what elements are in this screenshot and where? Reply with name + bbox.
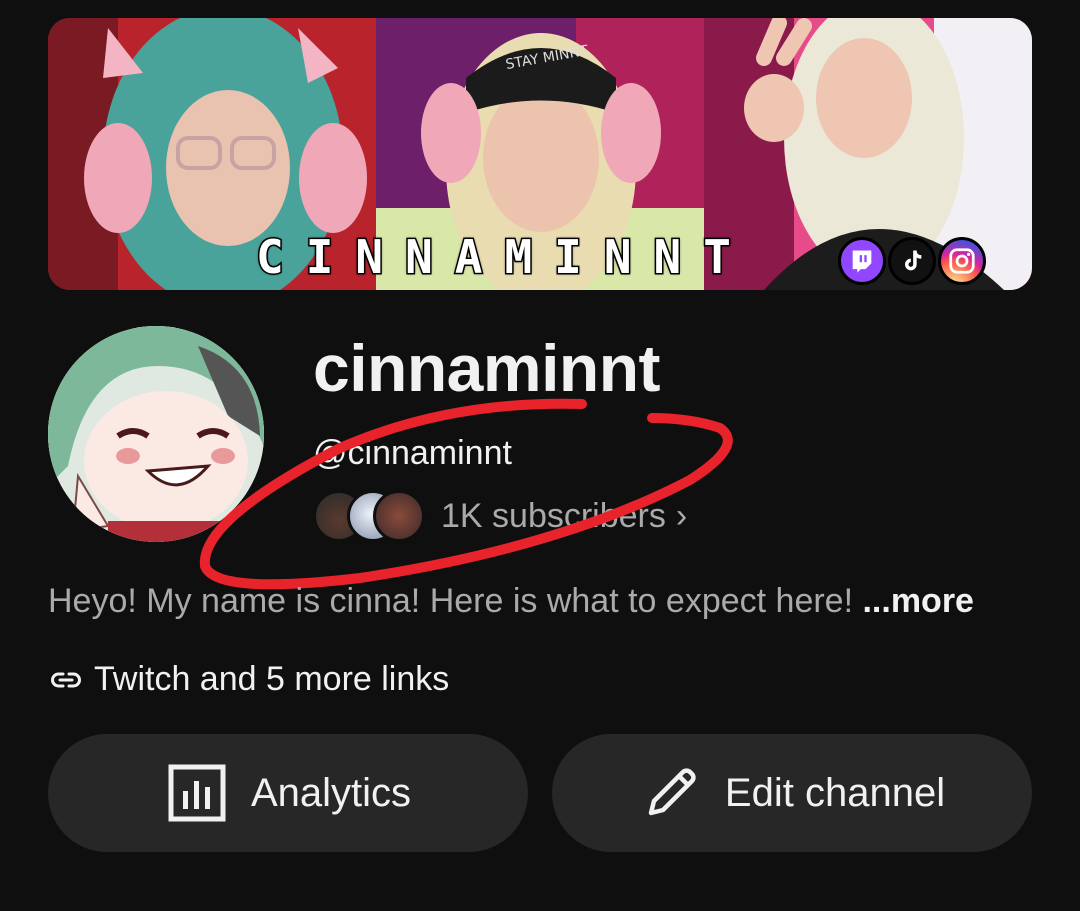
more-link[interactable]: ...more [853, 582, 974, 620]
banner-title: CINNAMINNT [255, 229, 753, 286]
banner-social-icons [838, 237, 986, 285]
subscriber-avatars [313, 490, 425, 542]
channel-description[interactable]: Heyo! My name is cinna! Here is what to … [48, 582, 974, 621]
analytics-icon [168, 764, 226, 822]
analytics-button[interactable]: Analytics [48, 734, 528, 852]
channel-links[interactable]: Twitch and 5 more links [48, 660, 449, 699]
description-text: Heyo! My name is cinna! Here is what to … [48, 582, 854, 620]
channel-handle: @cinnaminnt [313, 434, 512, 472]
chevron-right-icon: › [675, 496, 688, 535]
analytics-label: Analytics [250, 770, 412, 815]
edit-channel-label: Edit channel [724, 770, 946, 815]
subscriber-count: 1K subscribers [441, 496, 666, 535]
channel-page: STAY MINNT CINNAMINNT cinnaminnt @cinnam… [0, 0, 1080, 911]
instagram-icon [938, 237, 986, 285]
pencil-icon [648, 768, 696, 816]
link-icon [51, 672, 81, 687]
subscriber-avatar [373, 490, 425, 542]
channel-name: cinnaminnt [313, 331, 661, 405]
edit-channel-button[interactable]: Edit channel [552, 734, 1032, 852]
twitch-icon [838, 237, 886, 285]
subscribers-row[interactable]: 1K subscribers › [313, 490, 687, 542]
links-text: Twitch and 5 more links [94, 660, 450, 698]
channel-avatar[interactable] [48, 326, 264, 542]
tiktok-icon [888, 237, 936, 285]
channel-banner: STAY MINNT CINNAMINNT [48, 18, 1032, 290]
